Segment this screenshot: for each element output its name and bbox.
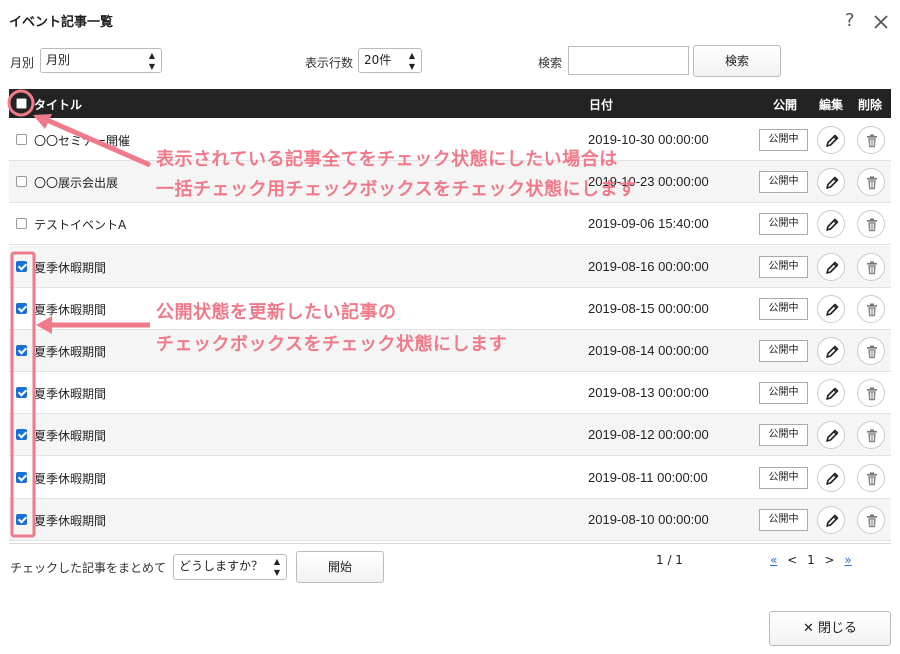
annotation-overlay: [7, 89, 151, 538]
select-all-highlight-ring: [7, 89, 35, 117]
annotation-arrow-1: [39, 114, 151, 168]
annotation-select-rows-line1: 公開状態を更新したい記事の: [156, 302, 397, 323]
annotation-select-all-line1: 表示されている記事全てをチェック状態にしたい場合は: [156, 149, 618, 170]
annotation-select-rows-line2: チェックボックスをチェック状態にします: [156, 334, 507, 355]
annotation-select-all-line2: 一括チェック用チェックボックスをチェック状態にします: [156, 179, 637, 200]
annotation-arrowhead-2: [36, 316, 52, 334]
checked-rows-highlight: [10, 251, 36, 538]
